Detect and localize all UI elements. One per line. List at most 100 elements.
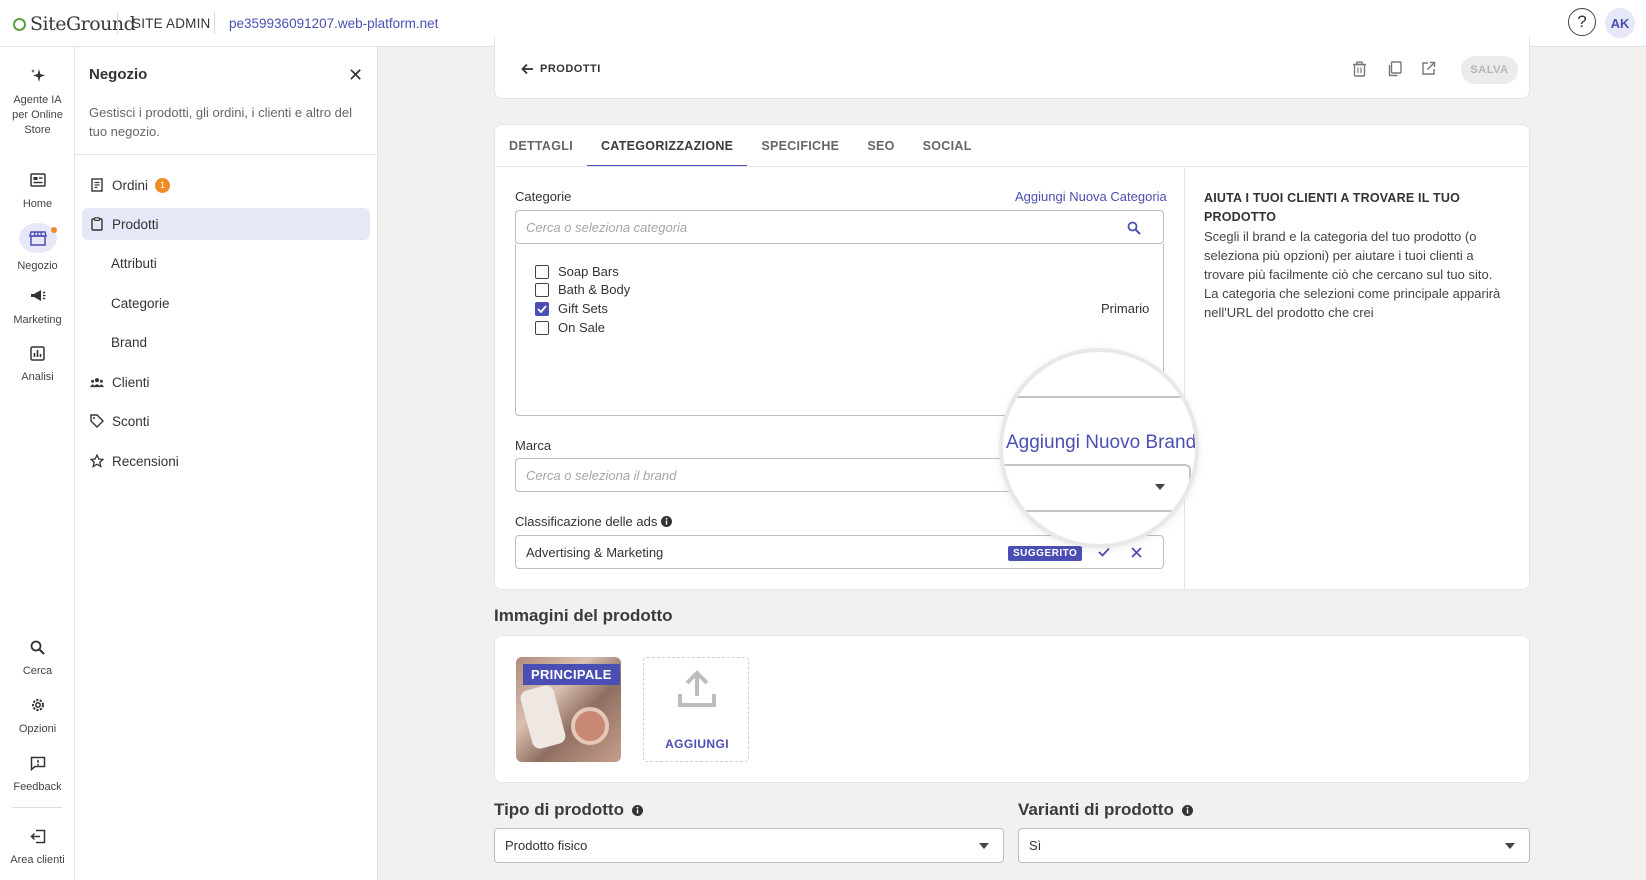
- category-option-bath-body[interactable]: Bath & Body: [535, 282, 630, 297]
- primary-category-label[interactable]: Primario: [1101, 301, 1149, 316]
- nav-item-brand[interactable]: Brand: [82, 326, 370, 358]
- search-icon: [1127, 221, 1141, 235]
- categorization-card: DETTAGLI CATEGORIZZAZIONE SPECIFICHE SEO…: [494, 124, 1531, 591]
- checkbox[interactable]: [535, 264, 549, 279]
- sparkle-icon: [27, 65, 49, 87]
- info-icon[interactable]: [661, 516, 673, 527]
- feedback-icon: [27, 752, 49, 774]
- nav-item-discounts[interactable]: Sconti: [82, 405, 370, 437]
- rail-item-label: Opzioni: [18, 723, 57, 735]
- back-to-products-link[interactable]: PRODOTTI: [521, 63, 601, 75]
- rail-item-options[interactable]: Opzioni: [0, 694, 75, 737]
- divider: [1003, 396, 1195, 398]
- add-brand-link[interactable]: Aggiungi Nuovo Brand: [1006, 432, 1195, 454]
- receipt-icon: [90, 178, 104, 192]
- nav-item-reviews[interactable]: Recensioni: [82, 445, 370, 477]
- variants-select[interactable]: Sì: [1018, 828, 1530, 863]
- gear-icon: [27, 694, 49, 716]
- nav-item-categories[interactable]: Categorie: [82, 287, 370, 319]
- accept-check-icon[interactable]: [1098, 547, 1110, 557]
- rail-item-analytics[interactable]: Analisi: [0, 342, 75, 385]
- divider: [1003, 510, 1195, 512]
- notification-dot: [51, 227, 57, 233]
- selected-value: Prodotto fisico: [505, 838, 588, 853]
- product-type-select[interactable]: Prodotto fisico: [494, 828, 1004, 863]
- main-image-badge: PRINCIPALE: [523, 664, 620, 685]
- heading-text: Tipo di prodotto: [494, 800, 624, 819]
- rail-item-ai-agent[interactable]: Agente IA per Online Store: [0, 65, 75, 138]
- image-detail: [518, 683, 568, 751]
- home-icon: [27, 169, 49, 191]
- suggested-badge: SUGGERITO: [1008, 546, 1083, 561]
- tab-seo[interactable]: SEO: [853, 125, 908, 167]
- tab-specifications[interactable]: SPECIFICHE: [747, 125, 853, 167]
- category-option-on-sale[interactable]: On Sale: [535, 320, 605, 335]
- rail-item-store[interactable]: Negozio: [0, 223, 75, 274]
- images-card: PRINCIPALE AGGIUNGI: [494, 635, 1530, 783]
- avatar[interactable]: AK: [1605, 8, 1635, 38]
- category-name: Soap Bars: [558, 264, 619, 279]
- rail-item-search[interactable]: Cerca: [0, 636, 75, 679]
- help-icon[interactable]: ?: [1568, 8, 1596, 36]
- nav-item-orders[interactable]: Ordini 1: [82, 169, 370, 201]
- category-option-gift-sets[interactable]: Gift Sets: [535, 301, 608, 316]
- info-icon[interactable]: [631, 804, 643, 816]
- rail-item-label: Home: [22, 198, 53, 210]
- users-icon: [90, 377, 104, 388]
- nav-item-products[interactable]: Prodotti: [82, 208, 370, 240]
- panel-description: Gestisci i prodotti, gli ordini, i clien…: [89, 105, 353, 139]
- rail-item-label: Feedback: [13, 781, 62, 793]
- add-image-button[interactable]: AGGIUNGI: [643, 657, 749, 762]
- search-icon: [27, 636, 49, 658]
- divider: [1184, 166, 1185, 591]
- nav-item-customers[interactable]: Clienti: [82, 366, 370, 398]
- trash-icon[interactable]: [1352, 61, 1367, 77]
- nav-item-attributes[interactable]: Attributi: [82, 247, 370, 279]
- ads-value: Advertising & Marketing: [526, 544, 664, 560]
- orders-count-badge: 1: [155, 177, 171, 193]
- nav-item-label: Clienti: [112, 374, 150, 390]
- brand-label: Marca: [515, 438, 552, 453]
- checkbox[interactable]: [535, 320, 549, 335]
- info-icon[interactable]: [1181, 804, 1193, 816]
- clipboard-icon: [90, 217, 104, 231]
- rail-item-feedback[interactable]: Feedback: [0, 752, 75, 795]
- tab-bar: DETTAGLI CATEGORIZZAZIONE SPECIFICHE SEO…: [495, 125, 1185, 167]
- duplicate-icon[interactable]: [1387, 61, 1402, 77]
- reject-close-icon[interactable]: [1131, 547, 1142, 558]
- category-name: Bath & Body: [558, 282, 631, 297]
- placeholder: Cerca o seleziona il brand: [526, 467, 677, 483]
- check-icon: [537, 304, 547, 313]
- tab-social[interactable]: SOCIAL: [909, 125, 986, 167]
- arrow-left-icon: [521, 63, 533, 75]
- rail-item-marketing[interactable]: Marketing: [0, 285, 75, 328]
- product-image-thumbnail[interactable]: PRINCIPALE: [516, 657, 621, 762]
- rail-item-home[interactable]: Home: [0, 169, 75, 212]
- product-type-heading: Tipo di prodotto: [494, 800, 643, 820]
- star-icon: [90, 454, 104, 468]
- checkbox[interactable]: [535, 282, 549, 297]
- close-icon[interactable]: ✕: [348, 65, 363, 86]
- heading-text: Varianti di prodotto: [1018, 800, 1174, 819]
- checkbox-checked[interactable]: [535, 301, 549, 316]
- site-url-link[interactable]: pe359936091207.web-platform.net: [229, 16, 438, 31]
- upload-icon: [678, 670, 716, 707]
- category-option-soap-bars[interactable]: Soap Bars: [535, 264, 619, 279]
- categories-label: Categorie: [515, 189, 572, 204]
- tab-details[interactable]: DETTAGLI: [495, 125, 587, 167]
- magnifier-overlay: Aggiungi Nuovo Brand: [999, 348, 1199, 548]
- product-header-card: PRODOTTI SALVA: [494, 36, 1530, 99]
- rail-item-client-area[interactable]: Area clienti: [0, 825, 75, 868]
- chevron-down-icon[interactable]: [1155, 484, 1165, 490]
- add-category-link[interactable]: Aggiungi Nuova Categoria: [1015, 189, 1167, 204]
- nav-item-label: Brand: [111, 334, 148, 350]
- save-button[interactable]: SALVA: [1461, 56, 1518, 84]
- category-search-input[interactable]: Cerca o seleziona categoria: [515, 210, 1164, 244]
- divider: [75, 154, 378, 155]
- nav-item-label: Attributi: [111, 255, 157, 271]
- left-rail: Agente IA per Online Store Home Negozio …: [0, 47, 75, 880]
- rail-item-label: Area clienti: [10, 854, 65, 866]
- external-link-icon[interactable]: [1421, 61, 1436, 76]
- selected-value: Sì: [1029, 838, 1042, 853]
- tab-categorization[interactable]: CATEGORIZZAZIONE: [586, 125, 748, 167]
